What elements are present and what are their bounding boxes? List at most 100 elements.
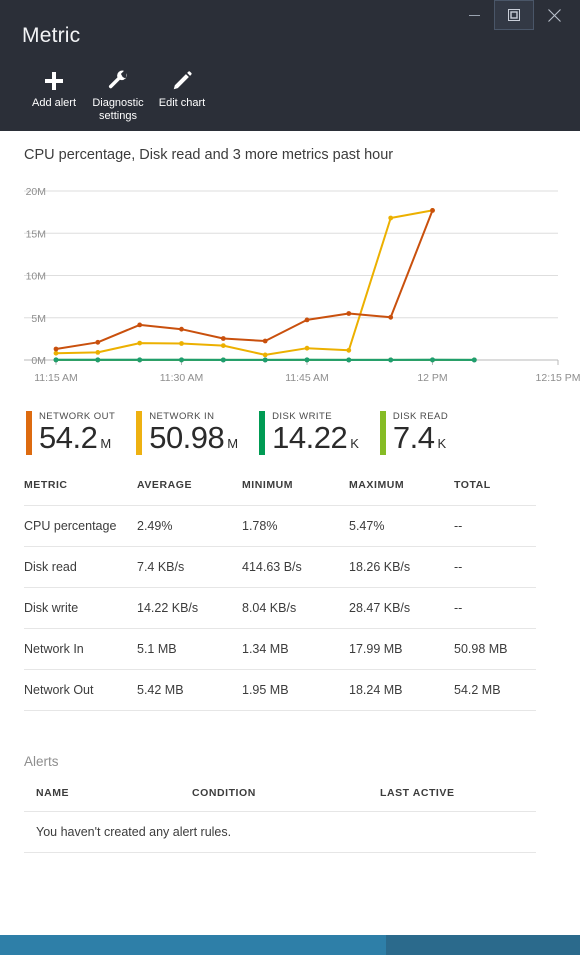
metrics-cell-metric: Network Out: [24, 669, 137, 711]
legend-color-bar: [259, 411, 266, 455]
legend-value: 54.2: [39, 420, 98, 455]
table-row[interactable]: Disk write 14.22 KB/s 8.04 KB/s 28.47 KB/s -…: [24, 587, 536, 629]
edit-chart-label: Edit chart: [158, 97, 206, 109]
legend-unit: K: [437, 436, 447, 451]
metrics-cell-metric: Network In: [24, 628, 137, 670]
legend-color-bar: [136, 411, 143, 455]
chart-point: [304, 357, 310, 363]
chart-point: [304, 317, 310, 323]
minimize-button[interactable]: [454, 0, 494, 30]
metrics-cell-total: 54.2 MB: [454, 669, 536, 711]
y-axis-tick-label: 20M: [26, 186, 46, 198]
metrics-cell-total: --: [454, 505, 536, 547]
chart-point: [220, 336, 226, 341]
main-content: CPU percentage, Disk read and 3 more met…: [0, 131, 580, 853]
metrics-cell-maximum: 18.24 MB: [349, 669, 454, 711]
chart-point: [430, 208, 435, 213]
table-row[interactable]: Network In 5.1 MB 1.34 MB 17.99 MB 50.98 MB: [24, 628, 536, 670]
chart-point: [346, 311, 352, 316]
close-button[interactable]: [534, 0, 574, 30]
chart-point: [220, 343, 226, 348]
x-axis-tick-label: 12:15 PM: [536, 372, 580, 384]
metrics-col-minimum[interactable]: MINIMUM: [242, 475, 349, 506]
add-alert-label: Add alert: [31, 97, 77, 109]
alerts-col-condition[interactable]: CONDITION: [192, 787, 380, 812]
legend-color-bar: [379, 411, 386, 455]
chart-line-network-in: [55, 209, 434, 356]
chart-point: [346, 357, 352, 363]
window-controls: [454, 0, 580, 32]
taskbar: [0, 935, 580, 955]
restore-button[interactable]: [494, 0, 534, 30]
chart-point: [388, 215, 394, 221]
chart-point: [304, 345, 310, 351]
metrics-cell-minimum: 1.95 MB: [242, 669, 349, 711]
chart-point: [53, 346, 59, 352]
taskbar-left-segment[interactable]: [0, 935, 386, 955]
taskbar-right-segment[interactable]: [386, 935, 580, 955]
metrics-cell-minimum: 8.04 KB/s: [242, 587, 349, 629]
chart-point: [471, 357, 477, 363]
table-row[interactable]: CPU percentage 2.49% 1.78% 5.47% --: [24, 505, 536, 547]
chart-point: [262, 352, 268, 358]
chart-title: CPU percentage, Disk read and 3 more met…: [24, 147, 394, 163]
chart-line-network-out: [55, 209, 434, 350]
y-axis-tick-label: 0M: [31, 355, 46, 367]
metrics-cell-total: --: [454, 587, 536, 629]
metrics-cell-total: --: [454, 546, 536, 588]
chart-point: [137, 357, 143, 363]
metrics-cell-average: 5.1 MB: [137, 628, 242, 670]
metrics-col-average[interactable]: AVERAGE: [137, 475, 242, 506]
metrics-cell-average: 14.22 KB/s: [137, 587, 242, 629]
legend-unit: M: [227, 436, 239, 451]
metrics-cell-maximum: 18.26 KB/s: [349, 546, 454, 588]
diagnostic-settings-label: Diagnostic settings: [92, 97, 144, 122]
edit-chart-button[interactable]: Edit chart: [150, 68, 214, 110]
x-axis-tick-label: 11:15 AM: [34, 372, 78, 384]
chart-point: [95, 339, 101, 345]
chart-point: [179, 341, 184, 346]
table-row[interactable]: Disk read 7.4 KB/s 414.63 B/s 18.26 KB/s --: [24, 546, 536, 588]
metric-chart[interactable]: 0M 5M 10M 15M 20M 11:15 AM 11:30 AM 11:45 AM 12 …: [0, 175, 580, 405]
x-axis-tick-label: 12 PM: [417, 372, 447, 384]
legend-tile-disk-read[interactable]: DISK READ 7.4 K: [379, 411, 448, 455]
window-titlebar: Metric Add alert Diagnostic settings Edi…: [0, 0, 580, 131]
legend-tile-disk-write[interactable]: DISK WRITE 14.22 K: [259, 411, 359, 455]
chart-point: [53, 350, 59, 356]
metrics-cell-total: 50.98 MB: [454, 628, 536, 670]
metrics-table: METRIC AVERAGE MINIMUM MAXIMUM TOTAL CPU…: [24, 475, 536, 711]
y-axis-tick-label: 5M: [31, 313, 46, 325]
metrics-cell-metric: Disk read: [24, 546, 137, 588]
chart-point: [262, 338, 268, 344]
chart-point: [179, 326, 184, 332]
metrics-cell-minimum: 1.78%: [242, 505, 349, 547]
pencil-icon: [171, 68, 193, 94]
metrics-col-maximum[interactable]: MAXIMUM: [349, 475, 454, 506]
x-axis-tick-label: 11:30 AM: [160, 372, 204, 384]
diagnostic-settings-button[interactable]: Diagnostic settings: [86, 68, 150, 122]
toolbar: Add alert Diagnostic settings Edit chart: [22, 68, 214, 122]
legend-tile-network-in[interactable]: NETWORK IN 50.98 M: [136, 411, 238, 455]
x-axis-tick-label: 11:45 AM: [285, 372, 329, 384]
legend-unit: M: [100, 436, 112, 451]
alerts-section-title: Alerts: [24, 754, 59, 769]
metrics-cell-maximum: 28.47 KB/s: [349, 587, 454, 629]
chart-point: [95, 350, 101, 355]
metrics-col-total[interactable]: TOTAL: [454, 475, 536, 506]
alerts-col-name[interactable]: NAME: [24, 787, 192, 812]
metrics-cell-maximum: 5.47%: [349, 505, 454, 547]
chart-point: [179, 357, 184, 363]
legend-value: 7.4: [392, 420, 435, 455]
legend-tiles: NETWORK OUT 54.2 M NETWORK IN 50.98 M DI…: [0, 405, 580, 455]
alerts-table: NAME CONDITION LAST ACTIVE You haven't c…: [24, 787, 536, 853]
chart-point: [137, 340, 143, 346]
alerts-col-last-active[interactable]: LAST ACTIVE: [380, 787, 536, 812]
metrics-cell-average: 2.49%: [137, 505, 242, 547]
metrics-cell-average: 5.42 MB: [137, 669, 242, 711]
metrics-cell-maximum: 17.99 MB: [349, 628, 454, 670]
metrics-col-metric[interactable]: METRIC: [24, 475, 137, 506]
add-alert-button[interactable]: Add alert: [22, 68, 86, 110]
alerts-table-header-row: NAME CONDITION LAST ACTIVE: [24, 787, 536, 812]
legend-tile-network-out[interactable]: NETWORK OUT 54.2 M: [26, 411, 115, 455]
table-row[interactable]: Network Out 5.42 MB 1.95 MB 18.24 MB 54.2 MB: [24, 669, 536, 711]
